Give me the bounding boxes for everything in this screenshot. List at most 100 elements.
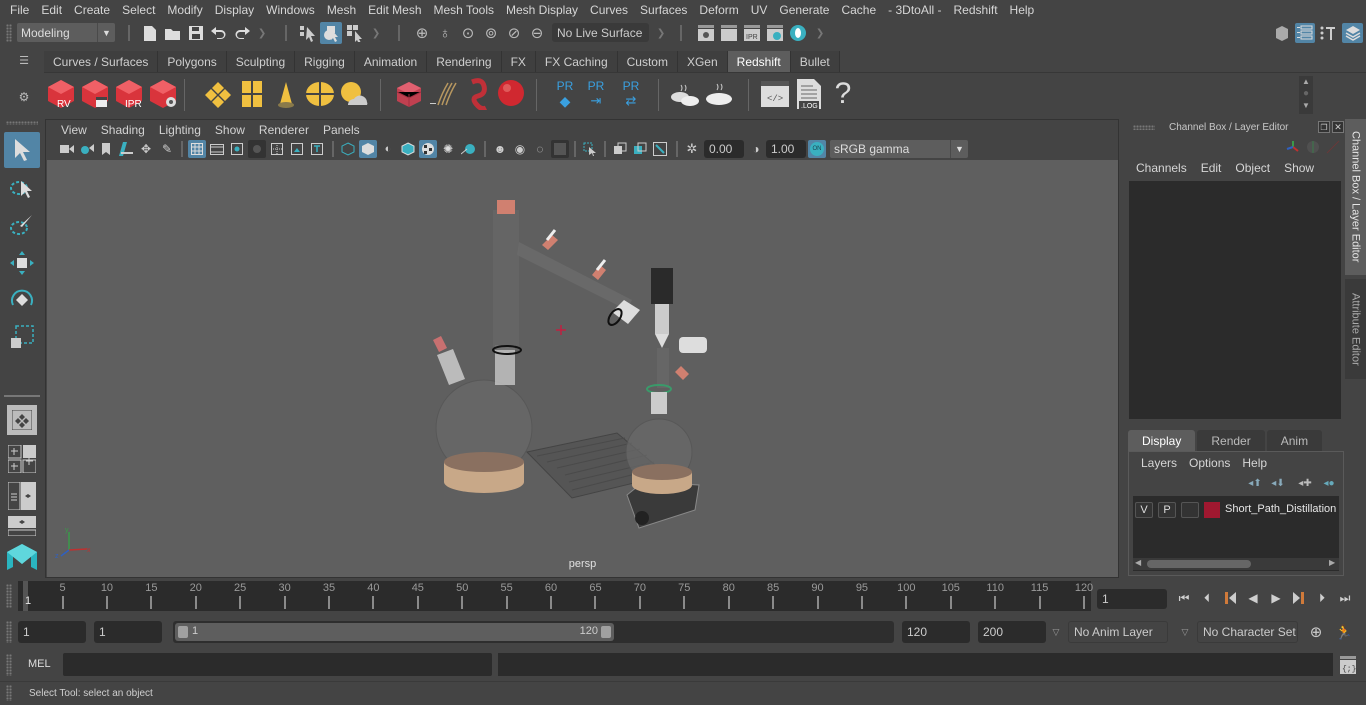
redshift-bake-multiple-icon[interactable] bbox=[668, 77, 702, 111]
snap-to-grid-icon[interactable]: ⊕ bbox=[412, 22, 432, 44]
redshift-light-icon[interactable] bbox=[201, 77, 235, 111]
viewport-menu-renderer[interactable]: Renderer bbox=[252, 123, 316, 137]
new-scene-icon[interactable] bbox=[141, 23, 159, 43]
shelf-tab-polygons[interactable]: Polygons bbox=[158, 51, 227, 72]
play-backwards-icon[interactable]: ◀ bbox=[1244, 589, 1262, 607]
select-tool-icon[interactable] bbox=[4, 132, 40, 168]
playback-start-field[interactable]: 1 bbox=[94, 621, 162, 643]
layer-editor-menu-layers[interactable]: Layers bbox=[1135, 456, 1183, 470]
channel-box-menu-channels[interactable]: Channels bbox=[1129, 161, 1194, 175]
persp-graph-layout-icon[interactable] bbox=[7, 516, 37, 536]
render-current-frame-icon[interactable] bbox=[719, 22, 739, 44]
select-camera-icon[interactable] bbox=[58, 140, 76, 158]
safe-action-icon[interactable] bbox=[288, 140, 306, 158]
snap-to-view-plane-icon[interactable]: ⊚ bbox=[481, 22, 501, 44]
help-icon[interactable]: ? bbox=[826, 77, 860, 111]
scroll-handle[interactable]: ● bbox=[1299, 88, 1313, 100]
shelf-tab-curves-surfaces[interactable]: Curves / Surfaces bbox=[44, 51, 159, 72]
menu-mesh-tools[interactable]: Mesh Tools bbox=[428, 3, 500, 17]
undo-icon[interactable] bbox=[209, 23, 229, 43]
hypershade-icon[interactable] bbox=[788, 22, 808, 44]
redshift-volume-icon[interactable] bbox=[460, 77, 494, 111]
shelf-settings-gear-icon[interactable]: ⚙ bbox=[18, 90, 30, 104]
shelf-tab-bullet[interactable]: Bullet bbox=[790, 51, 840, 72]
select-by-object-icon[interactable] bbox=[320, 22, 342, 44]
menu-redshift[interactable]: Redshift bbox=[948, 3, 1004, 17]
viewport-menu-show[interactable]: Show bbox=[208, 123, 252, 137]
new-empty-layer-icon[interactable]: ◂✚ bbox=[1297, 476, 1313, 490]
snap-together-icon[interactable]: ⊖ bbox=[527, 22, 547, 44]
textured-icon[interactable] bbox=[419, 140, 437, 158]
menu-modify[interactable]: Modify bbox=[161, 3, 208, 17]
move-layer-up-icon[interactable]: ◂⬆ bbox=[1247, 476, 1263, 490]
toolbox-grip[interactable] bbox=[6, 121, 38, 125]
menu-mesh-display[interactable]: Mesh Display bbox=[500, 3, 584, 17]
panel-grip[interactable] bbox=[1133, 125, 1155, 130]
redshift-dome-light-icon[interactable] bbox=[303, 77, 337, 111]
wireframe-shading-icon[interactable] bbox=[339, 140, 357, 158]
menu-windows[interactable]: Windows bbox=[260, 3, 321, 17]
menu-select[interactable]: Select bbox=[116, 3, 161, 17]
menu-edit[interactable]: Edit bbox=[35, 3, 68, 17]
chevron-down-icon[interactable]: ▽ bbox=[1179, 625, 1191, 639]
ipr-render-icon[interactable]: IPR bbox=[742, 22, 762, 44]
go-to-start-icon[interactable]: ⏮ bbox=[1175, 589, 1193, 607]
viewport-menu-shading[interactable]: Shading bbox=[94, 123, 152, 137]
grease-pencil-icon[interactable]: ✎ bbox=[158, 140, 176, 158]
range-end-handle[interactable] bbox=[601, 626, 611, 638]
four-view-layout-icon[interactable] bbox=[7, 444, 37, 474]
layer-editor-tab-anim[interactable]: Anim bbox=[1266, 430, 1323, 451]
redshift-sphere-icon[interactable] bbox=[494, 77, 528, 111]
shelf-tab-fx-caching[interactable]: FX Caching bbox=[535, 51, 618, 72]
redshift-proxy-icon[interactable] bbox=[392, 77, 426, 111]
two-d-pan-zoom-icon[interactable]: ✥ bbox=[137, 140, 155, 158]
gamma-field[interactable]: 1.00 bbox=[766, 140, 806, 158]
scroll-down-icon[interactable]: ▼ bbox=[1299, 100, 1313, 112]
script-editor-icon[interactable]: {;} bbox=[1339, 655, 1357, 674]
layer-editor-menu-options[interactable]: Options bbox=[1183, 456, 1236, 470]
step-back-key-icon[interactable] bbox=[1221, 589, 1239, 607]
exposure-icon[interactable]: ✲ bbox=[683, 140, 701, 158]
save-scene-icon[interactable] bbox=[187, 23, 205, 43]
wireframe-on-shaded-icon[interactable] bbox=[399, 140, 417, 158]
anim-layer-dropdown[interactable]: No Anim Layer bbox=[1068, 621, 1168, 643]
redshift-area-light-icon[interactable] bbox=[235, 77, 269, 111]
command-input[interactable] bbox=[63, 653, 492, 676]
layer-list-hscrollbar[interactable]: ◀ ▶ bbox=[1133, 558, 1339, 570]
redshift-pr-create-icon[interactable]: PR ◆ bbox=[548, 77, 582, 111]
select-by-component-icon[interactable] bbox=[344, 22, 366, 44]
use-all-lights-icon[interactable]: ✺ bbox=[439, 140, 457, 158]
animation-preferences-icon[interactable]: 🏃 bbox=[1333, 622, 1355, 642]
bookmark-icon[interactable] bbox=[98, 140, 114, 158]
speed-toggle-icon[interactable] bbox=[1305, 139, 1321, 155]
menu-mesh[interactable]: Mesh bbox=[321, 3, 362, 17]
outliner-persp-layout-icon[interactable] bbox=[7, 481, 37, 511]
gamma-icon[interactable]: ◑ bbox=[749, 140, 763, 158]
range-slider[interactable]: 1 120 bbox=[173, 621, 894, 643]
render-view-icon[interactable] bbox=[696, 22, 716, 44]
move-tool-icon[interactable] bbox=[4, 245, 40, 281]
grid-toggle-icon[interactable] bbox=[188, 140, 206, 158]
menu-deform[interactable]: Deform bbox=[693, 3, 744, 17]
menu-create[interactable]: Create bbox=[68, 3, 116, 17]
field-chart-icon[interactable] bbox=[268, 140, 286, 158]
image-plane-icon[interactable] bbox=[117, 140, 135, 158]
go-to-end-icon[interactable]: ⏭ bbox=[1336, 589, 1354, 607]
anti-aliasing-icon[interactable]: ◌ bbox=[531, 140, 549, 158]
viewport-menu-lighting[interactable]: Lighting bbox=[152, 123, 208, 137]
shelf-tab-animation[interactable]: Animation bbox=[354, 51, 428, 72]
chevron-down-icon[interactable]: ▽ bbox=[1050, 625, 1062, 639]
play-forwards-icon[interactable]: ▶ bbox=[1267, 589, 1285, 607]
layer-editor-tab-render[interactable]: Render bbox=[1197, 430, 1265, 451]
collapse-arrow-icon[interactable]: ❯ bbox=[657, 23, 665, 43]
menu-cache[interactable]: Cache bbox=[835, 3, 882, 17]
snap-to-point-icon[interactable]: ⊙ bbox=[458, 22, 478, 44]
single-perspective-layout-icon[interactable] bbox=[7, 405, 37, 435]
side-tab-attribute-editor[interactable]: Attribute Editor bbox=[1345, 279, 1366, 379]
screen-space-ao-icon[interactable]: ☻ bbox=[491, 140, 509, 158]
viewport-menu-panels[interactable]: Panels bbox=[316, 123, 367, 137]
shelf-tab-rigging[interactable]: Rigging bbox=[295, 51, 355, 72]
layer-editor-tab-display[interactable]: Display bbox=[1128, 430, 1196, 451]
menu-display[interactable]: Display bbox=[209, 3, 260, 17]
color-management-toggle[interactable]: ON bbox=[808, 140, 826, 158]
